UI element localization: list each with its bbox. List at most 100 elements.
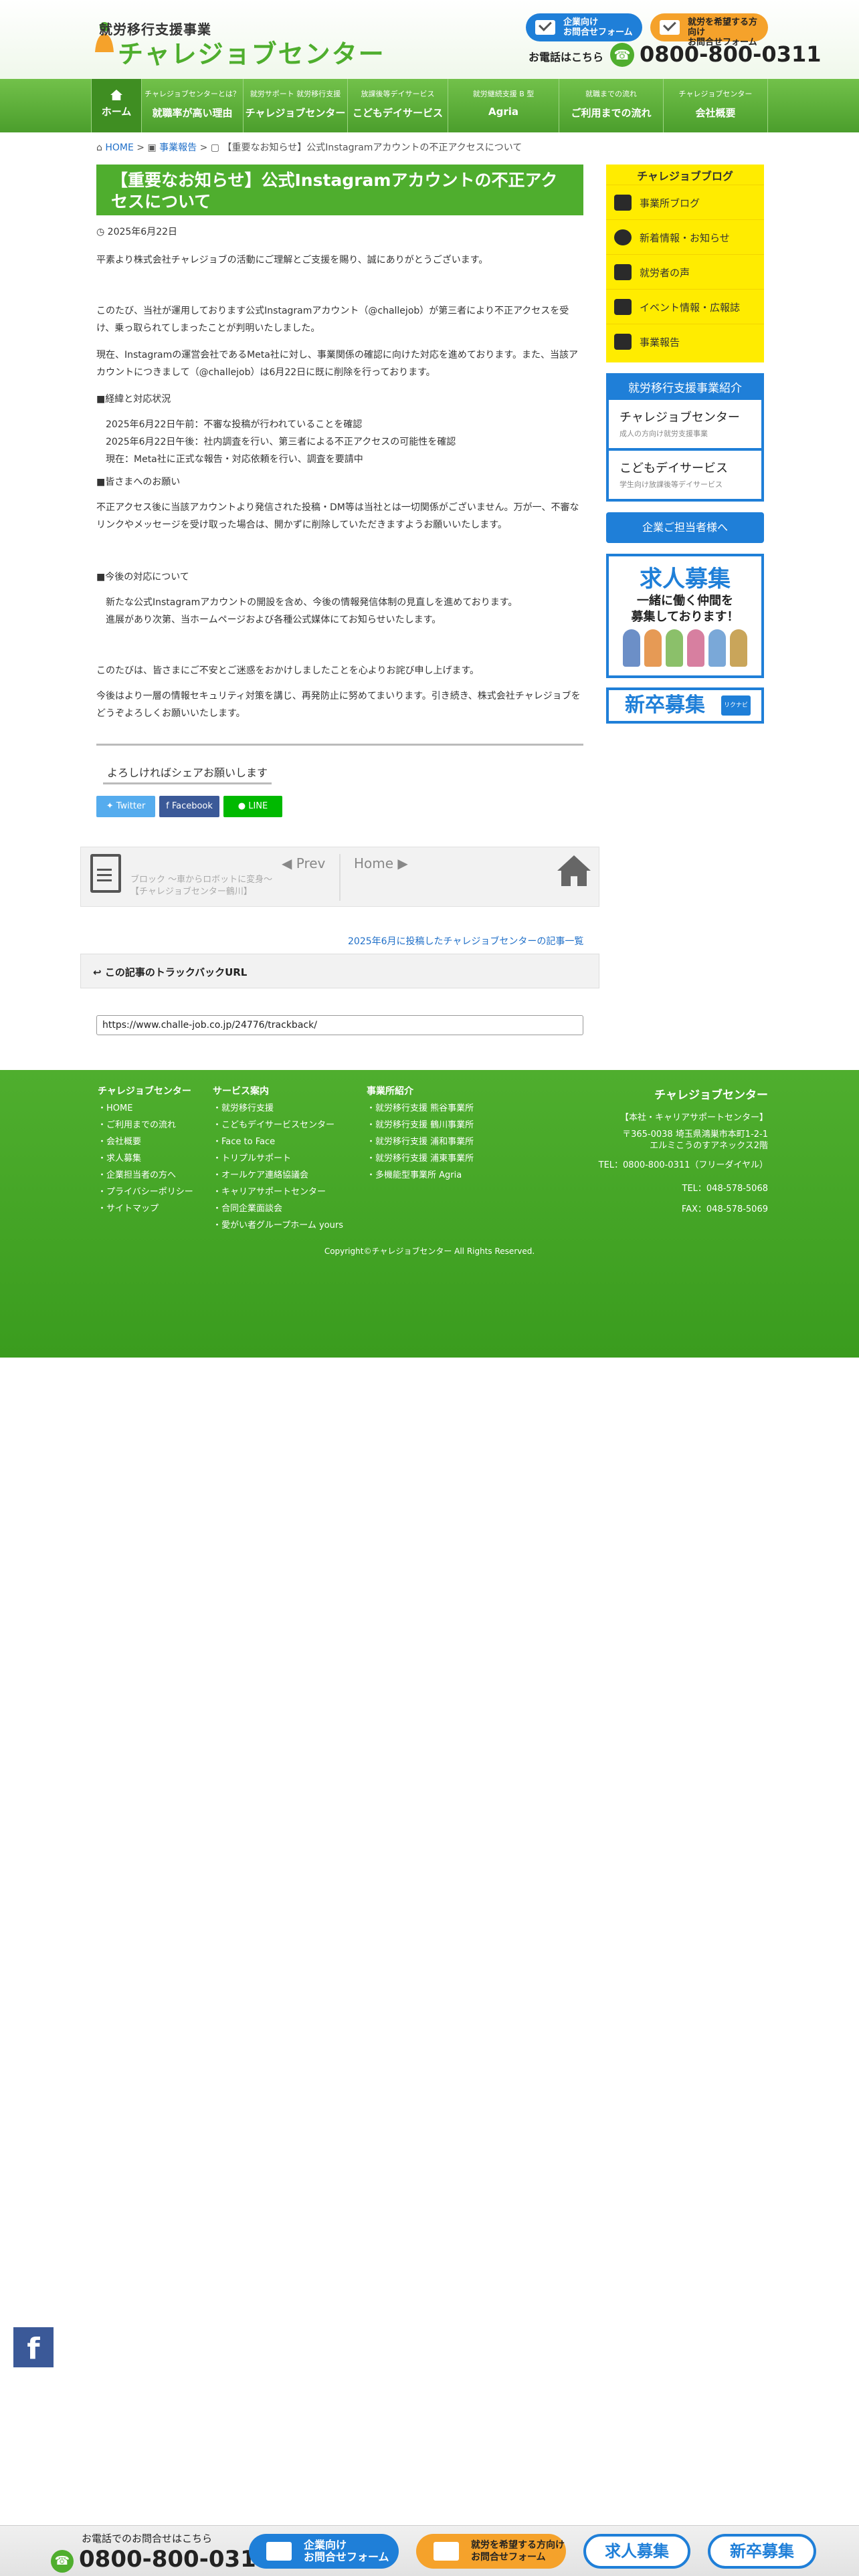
article-heading: ■経緯と対応状況 <box>96 394 171 405</box>
breadcrumb-category[interactable]: 事業報告 <box>159 142 197 153</box>
home-icon: ⌂ <box>96 142 102 153</box>
bottom-phone-label: お電話でのお問合せはこちら <box>82 2533 213 2545</box>
nav-company[interactable]: チャレジョブセンター 会社概要 <box>664 79 768 132</box>
footer-link[interactable]: プライバシーポリシー <box>106 1187 193 1197</box>
footer-col-offices: 事業所紹介 ・就労移行支援 熊谷事業所 ・就労移行支援 鶴川事業所 ・就労移行支… <box>367 1083 474 1184</box>
facebook-icon[interactable]: f <box>13 2327 54 2367</box>
nav-center[interactable]: 就労サポート 就労移行支援 チャレジョブセンター <box>244 79 348 132</box>
article-list-item: 進展があり次第、当ホームページおよび各種公式媒体にてお知らせいたします。 <box>106 615 442 625</box>
article-paragraph: このたび、当社が運用しております公式Instagramアカウント（@challe… <box>96 306 569 334</box>
new-graduate-banner[interactable]: 新卒募集 リクナビ <box>606 687 764 724</box>
blog-menu: チャレジョブブログ 事業所ブログ 新着情報・お知らせ 就労者の声 イベント情報・… <box>606 165 764 362</box>
footer-link[interactable]: 愛がい者グループホーム yours <box>221 1220 343 1230</box>
arrow-right-icon: ▶ <box>397 855 408 871</box>
footer-branch: 【本社・キャリアサポートセンター】 <box>619 1113 768 1123</box>
footer-link[interactable]: HOME <box>106 1103 132 1113</box>
copyright: Copyright©チャレジョブセンター All Rights Reserved… <box>324 1247 535 1256</box>
nav-agria[interactable]: 就労継続支援 B 型 Agria <box>448 79 559 132</box>
footer-link[interactable]: 就労移行支援 浦和事業所 <box>375 1137 474 1147</box>
prev-post-title[interactable]: ブロック 〜車からロボットに変身〜【チャレジョブセンター鶴川】 <box>130 874 284 898</box>
month-archive-link[interactable]: 2025年6月に投稿したチャレジョブセンターの記事一覧 <box>348 934 583 948</box>
line-share-button[interactable]: ● LINE <box>223 796 282 817</box>
prev-link[interactable]: ◀ Prev <box>282 855 325 871</box>
footer-link[interactable]: キャリアサポートセンター <box>221 1187 326 1197</box>
business-card-name: チャレジョブセンター <box>619 411 740 425</box>
facebook-share-button[interactable]: f Facebook <box>159 796 219 817</box>
nav-kids-day[interactable]: 放課後等デイサービス こどもデイサービス <box>348 79 448 132</box>
footer-link[interactable]: 就労移行支援 浦東事業所 <box>375 1154 474 1164</box>
footer-heading: サービス案内 <box>213 1086 269 1097</box>
nav-center-sub: 就労サポート 就労移行支援 <box>250 90 341 98</box>
footer-link[interactable]: 就労移行支援 <box>221 1103 274 1113</box>
phone-number[interactable]: 0800-800-0311 <box>640 41 821 67</box>
article-paragraph: 平素より株式会社チャレジョブの活動にご理解とご支援を賜り、誠にありがとうございま… <box>96 255 488 265</box>
recruit-banner[interactable]: 求人募集 一緒に働く仲間を 募集しております！ <box>606 554 764 678</box>
user-contact-button[interactable]: 就労を希望する方向け お問合せフォーム <box>650 13 768 47</box>
blog-item-label: 就労者の声 <box>640 267 690 279</box>
home-icon[interactable] <box>557 855 591 886</box>
phone-icon: ☎ <box>51 2550 74 2573</box>
arrow-left-icon: ◀ <box>282 855 292 871</box>
footer-link[interactable]: ご利用までの流れ <box>106 1120 176 1130</box>
business-intro: 就労移行支援事業紹介 チャレジョブセンター 成人の方向け就労支援事業 こどもデイ… <box>606 373 764 502</box>
blog-item-news[interactable]: 新着情報・お知らせ <box>606 219 764 254</box>
article-heading: ■今後の対応について <box>96 572 189 582</box>
blog-item-label: 事業所ブログ <box>640 197 700 209</box>
footer-link[interactable]: サイトマップ <box>106 1204 159 1214</box>
footer-link[interactable]: 企業担当者の方へ <box>106 1170 176 1180</box>
article-list-item: 2025年6月22日午前：不審な投稿が行われていることを確認 <box>106 419 363 430</box>
mail-icon <box>660 20 680 35</box>
corporate-page-button[interactable]: 企業ご担当者様へ <box>606 512 764 543</box>
document-icon: ▢ <box>210 142 220 153</box>
business-card-center[interactable]: チャレジョブセンター 成人の方向け就労支援事業 <box>609 400 761 448</box>
corporate-contact-line1: 企業向け <box>563 17 599 27</box>
bottom-recruit-button[interactable]: 求人募集 <box>583 2534 690 2569</box>
footer: チャレジョブセンター ・HOME ・ご利用までの流れ ・会社概要 ・求人募集 ・… <box>0 1070 859 1358</box>
nav-home[interactable]: ホーム <box>91 79 142 132</box>
footer-link[interactable]: 就労移行支援 鶴川事業所 <box>375 1120 474 1130</box>
article-list-item: 現在：Meta社に正式な報告・対応依頼を行い、調査を要請中 <box>106 454 363 465</box>
twitter-icon: ✦ <box>106 801 114 811</box>
bottom-user-contact-button[interactable]: 就労を希望する方向け お問合せフォーム <box>416 2534 566 2569</box>
facebook-icon: f <box>166 801 169 811</box>
trackback-url-field[interactable] <box>96 1015 583 1035</box>
share-label: よろしければシェアお願いします <box>103 764 272 784</box>
nav-reasons[interactable]: チャレジョブセンターとは？ 就職率が高い理由 <box>142 79 244 132</box>
footer-link[interactable]: こどもデイサービスセンター <box>221 1120 335 1130</box>
business-card-kids[interactable]: こどもデイサービス 学生向け放課後等デイサービス <box>609 451 761 499</box>
footer-link[interactable]: 会社概要 <box>106 1137 141 1147</box>
footer-link[interactable]: トリプルサポート <box>221 1154 291 1164</box>
nav-reasons-label: 就職率が高い理由 <box>152 107 233 119</box>
bottom-phone-number[interactable]: 0800-800-0311 <box>79 2546 272 2573</box>
breadcrumb-home[interactable]: HOME <box>105 142 133 153</box>
footer-link[interactable]: 多機能型事業所 Agria <box>375 1170 462 1180</box>
bottom-corporate-contact-button[interactable]: 企業向け お問合せフォーム <box>249 2534 399 2569</box>
blog-item-reports[interactable]: 事業報告 <box>606 324 764 358</box>
prev-label: Prev <box>296 855 326 871</box>
logo-title[interactable]: チャレジョブセンター <box>118 33 385 70</box>
footer-link[interactable]: Face to Face <box>221 1137 275 1147</box>
corporate-contact-button[interactable]: 企業向け お問合せフォーム <box>526 13 642 41</box>
blog-item-office[interactable]: 事業所ブログ <box>606 185 764 219</box>
rikunabi-logo: リクナビ <box>721 695 751 716</box>
nav-company-sub: チャレジョブセンター <box>678 90 753 98</box>
calendar-icon <box>614 334 632 350</box>
document-icon <box>90 854 121 893</box>
business-card-name: こどもデイサービス <box>619 461 728 475</box>
home-link[interactable]: Home ▶ <box>354 855 408 871</box>
footer-link[interactable]: 合同企業面談会 <box>221 1204 282 1214</box>
footer-link[interactable]: 就労移行支援 熊谷事業所 <box>375 1103 474 1113</box>
footer-link[interactable]: 求人募集 <box>106 1154 141 1164</box>
nav-flow[interactable]: 就職までの流れ ご利用までの流れ <box>559 79 664 132</box>
blog-item-label: 新着情報・お知らせ <box>640 232 730 244</box>
nav-kids-day-label: こどもデイサービス <box>352 107 443 119</box>
line-label: LINE <box>248 801 268 811</box>
footer-link[interactable]: オールケア連絡協議会 <box>221 1170 308 1180</box>
phone-label: お電話はこちら <box>529 51 604 64</box>
blog-item-voices[interactable]: 就労者の声 <box>606 254 764 289</box>
bottom-new-graduate-button[interactable]: 新卒募集 <box>708 2534 816 2569</box>
phone-icon: ☎ <box>610 43 634 67</box>
twitter-share-button[interactable]: ✦ Twitter <box>96 796 155 817</box>
blog-item-events[interactable]: イベント情報・広報誌 <box>606 289 764 324</box>
footer-heading: 事業所紹介 <box>367 1086 413 1097</box>
